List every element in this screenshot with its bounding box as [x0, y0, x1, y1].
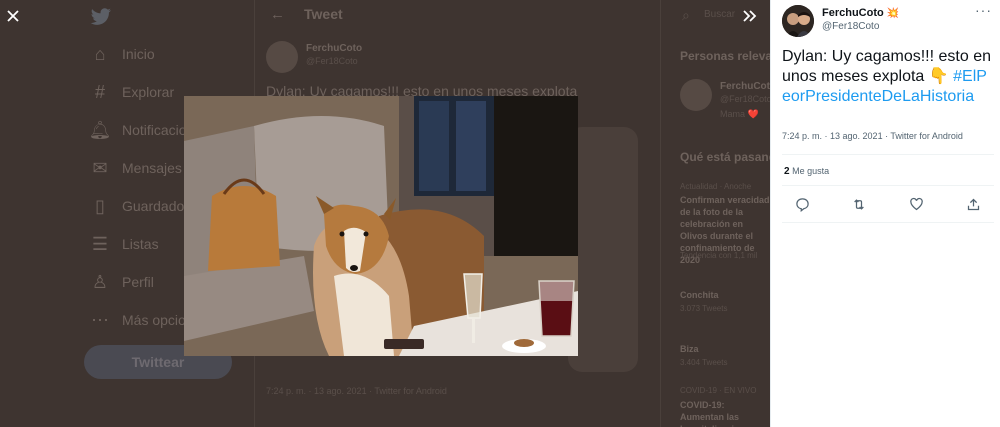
trend-count: 3.404 Tweets	[680, 358, 728, 367]
trend-title[interactable]: Conchita	[680, 290, 719, 300]
back-arrow-icon[interactable]: ←	[270, 6, 285, 23]
trends-title: Qué está pasando	[680, 150, 770, 164]
divider	[782, 185, 994, 186]
relevant-bio: Mama ❤️	[720, 109, 759, 119]
divider	[782, 154, 994, 155]
like-icon[interactable]	[908, 195, 926, 213]
collapse-panel-icon[interactable]	[737, 3, 763, 29]
nav-item-inicio[interactable]: ⌂ Inicio	[90, 41, 155, 67]
nav-item-guardados[interactable]: ▯ Guardados	[90, 193, 191, 219]
nav-item-perfil[interactable]: ♙ Perfil	[90, 269, 154, 295]
tweet-text: Dylan: Uy cagamos!!! esto en unos meses …	[782, 47, 994, 107]
nav-label: Explorar	[122, 84, 175, 100]
home-icon: ⌂	[94, 43, 106, 64]
more-circle-icon: ⋯	[91, 309, 109, 330]
tweet-meta[interactable]: 7:24 p. m. · 13 ago. 2021 · Twitter for …	[782, 131, 963, 141]
hashtag-icon: #	[94, 81, 105, 102]
column-divider	[660, 0, 661, 427]
twitter-bird-icon	[90, 8, 111, 25]
likes-summary[interactable]: 2 Me gusta	[784, 166, 829, 177]
nav-label: Listas	[122, 236, 159, 252]
retweet-icon[interactable]	[850, 195, 868, 213]
nav-label: Perfil	[122, 274, 154, 290]
author-badge-icon: 💥	[886, 8, 900, 19]
list-icon: ☰	[91, 233, 109, 254]
mail-icon: ✉	[92, 157, 108, 178]
search-icon: ⌕	[682, 7, 690, 23]
divider	[782, 222, 994, 223]
author-name[interactable]: FerchuCoto 💥	[822, 7, 899, 19]
tweet-actions	[793, 195, 983, 213]
reply-icon[interactable]	[793, 195, 811, 213]
share-icon[interactable]	[965, 195, 983, 213]
nav-label: Guardados	[122, 198, 192, 214]
nav-item-explorar[interactable]: # Explorar	[90, 79, 174, 105]
author-name-text: FerchuCoto	[822, 7, 884, 19]
author-handle[interactable]: @Fer18Coto	[822, 21, 879, 32]
tweet-detail-panel: FerchuCoto 💥 @Fer18Coto ··· Dylan: Uy ca…	[770, 0, 1000, 427]
relevant-name: FerchuCoto	[720, 81, 770, 92]
nav-item-mensajes[interactable]: ✉ Mensajes	[90, 155, 182, 181]
avatar[interactable]	[782, 5, 814, 37]
search-input[interactable]: Buscar	[704, 9, 735, 20]
person-icon: ♙	[91, 271, 109, 292]
media-card	[568, 127, 638, 372]
more-options-icon[interactable]: ···	[975, 2, 992, 18]
nav-label: Mensajes	[122, 160, 182, 176]
trend-count: Tendencia con 1,1 mil	[680, 251, 758, 260]
likes-count: 2	[784, 166, 790, 177]
nav-item-listas[interactable]: ☰ Listas	[90, 231, 159, 257]
relevant-title: Personas relevantes	[680, 49, 770, 63]
avatar[interactable]	[266, 41, 298, 73]
nav-label: Inicio	[122, 46, 155, 62]
header-title: Tweet	[304, 6, 343, 22]
tweet-photo	[184, 96, 578, 356]
bell-icon: 🔔︎	[88, 119, 112, 140]
trend-context: Actualidad · Anoche	[680, 182, 752, 191]
photo-image	[184, 96, 578, 356]
trend-context: COVID-19 · EN VIVO	[680, 386, 757, 395]
close-icon[interactable]	[0, 3, 26, 29]
tweet-meta: 7:24 p. m. · 13 ago. 2021 · Twitter for …	[266, 386, 447, 396]
avatar[interactable]	[680, 79, 712, 111]
likes-label: Me gusta	[792, 166, 830, 176]
author-name: FerchuCoto	[306, 43, 363, 54]
trend-title[interactable]: Biza	[680, 344, 699, 354]
author-handle: @Fer18Coto	[306, 56, 358, 66]
trend-count: 3.073 Tweets	[680, 304, 728, 313]
bookmark-icon: ▯	[95, 195, 105, 216]
relevant-handle: @Fer18Coto	[720, 94, 770, 104]
trend-title[interactable]: COVID-19: Aumentan las hospitalizaciones	[680, 399, 770, 427]
